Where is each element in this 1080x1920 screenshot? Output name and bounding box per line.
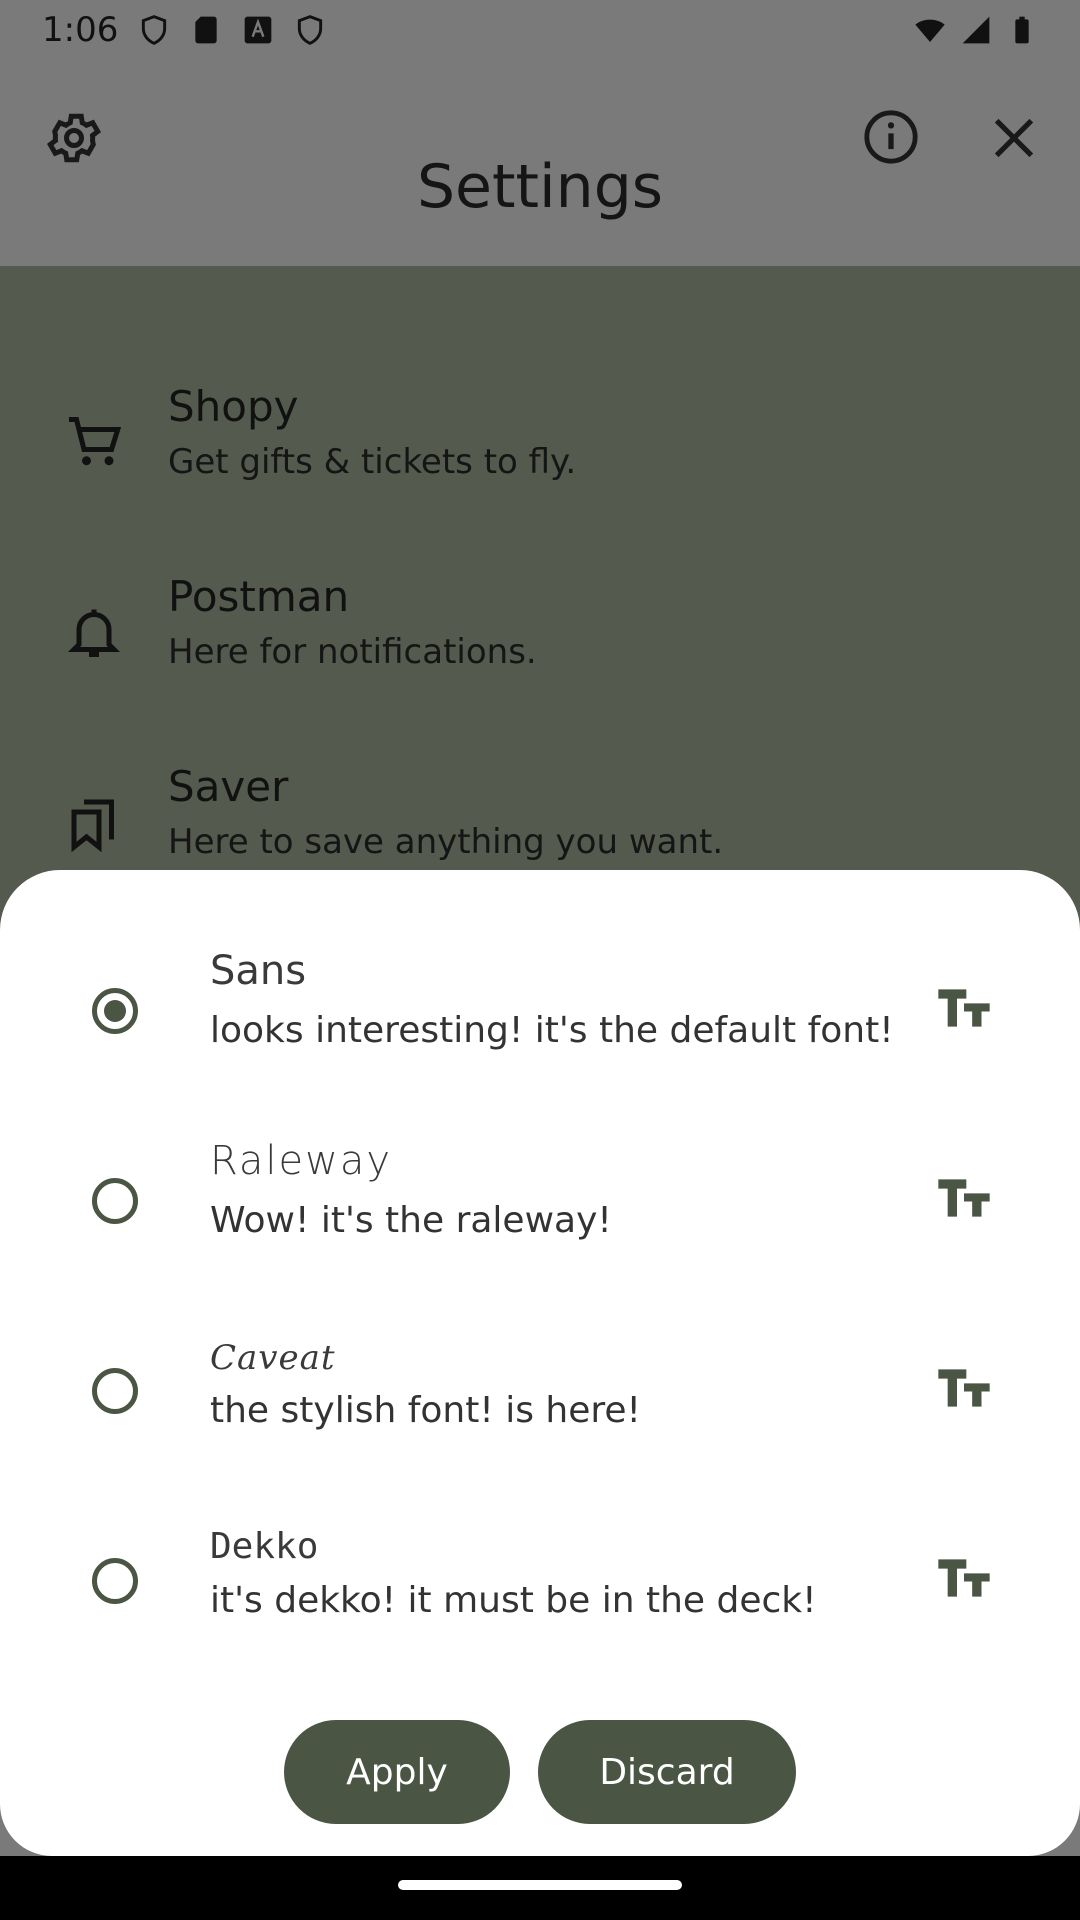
text-size-icon: [938, 1179, 990, 1217]
radio-button[interactable]: [92, 1178, 138, 1224]
font-option-dekko[interactable]: Dekko it's dekko! it must be in the deck…: [0, 1490, 1080, 1680]
radio-button-selected[interactable]: [92, 988, 138, 1034]
apply-button[interactable]: Apply: [284, 1720, 510, 1824]
font-option-subtitle: the stylish font! is here!: [210, 1390, 641, 1431]
radio-button[interactable]: [92, 1558, 138, 1604]
screen: 1:06 Settings: [0, 0, 1080, 1920]
font-option-sans[interactable]: Sans looks interesting! it's the default…: [0, 920, 1080, 1110]
text-size-icon: [938, 1369, 990, 1407]
font-bottom-sheet: Sans looks interesting! it's the default…: [0, 870, 1080, 1856]
font-option-title: Sans: [210, 948, 307, 994]
home-handle[interactable]: [398, 1880, 682, 1890]
radio-button[interactable]: [92, 1368, 138, 1414]
font-option-title: Dekko: [210, 1526, 319, 1567]
font-option-subtitle: Wow! it's the raleway!: [210, 1200, 612, 1241]
font-option-subtitle: looks interesting! it's the default font…: [210, 1010, 894, 1051]
discard-button[interactable]: Discard: [538, 1720, 796, 1824]
font-option-caveat[interactable]: Caveat the stylish font! is here!: [0, 1300, 1080, 1490]
font-option-title: Caveat: [210, 1338, 336, 1378]
sheet-actions: Apply Discard: [0, 1720, 1080, 1824]
font-option-title: Raleway: [210, 1138, 393, 1184]
font-option-raleway[interactable]: Raleway Wow! it's the raleway!: [0, 1110, 1080, 1300]
text-size-icon: [938, 989, 990, 1027]
font-option-subtitle: it's dekko! it must be in the deck!: [210, 1580, 817, 1621]
text-size-icon: [938, 1559, 990, 1597]
navigation-bar: [0, 1856, 1080, 1920]
